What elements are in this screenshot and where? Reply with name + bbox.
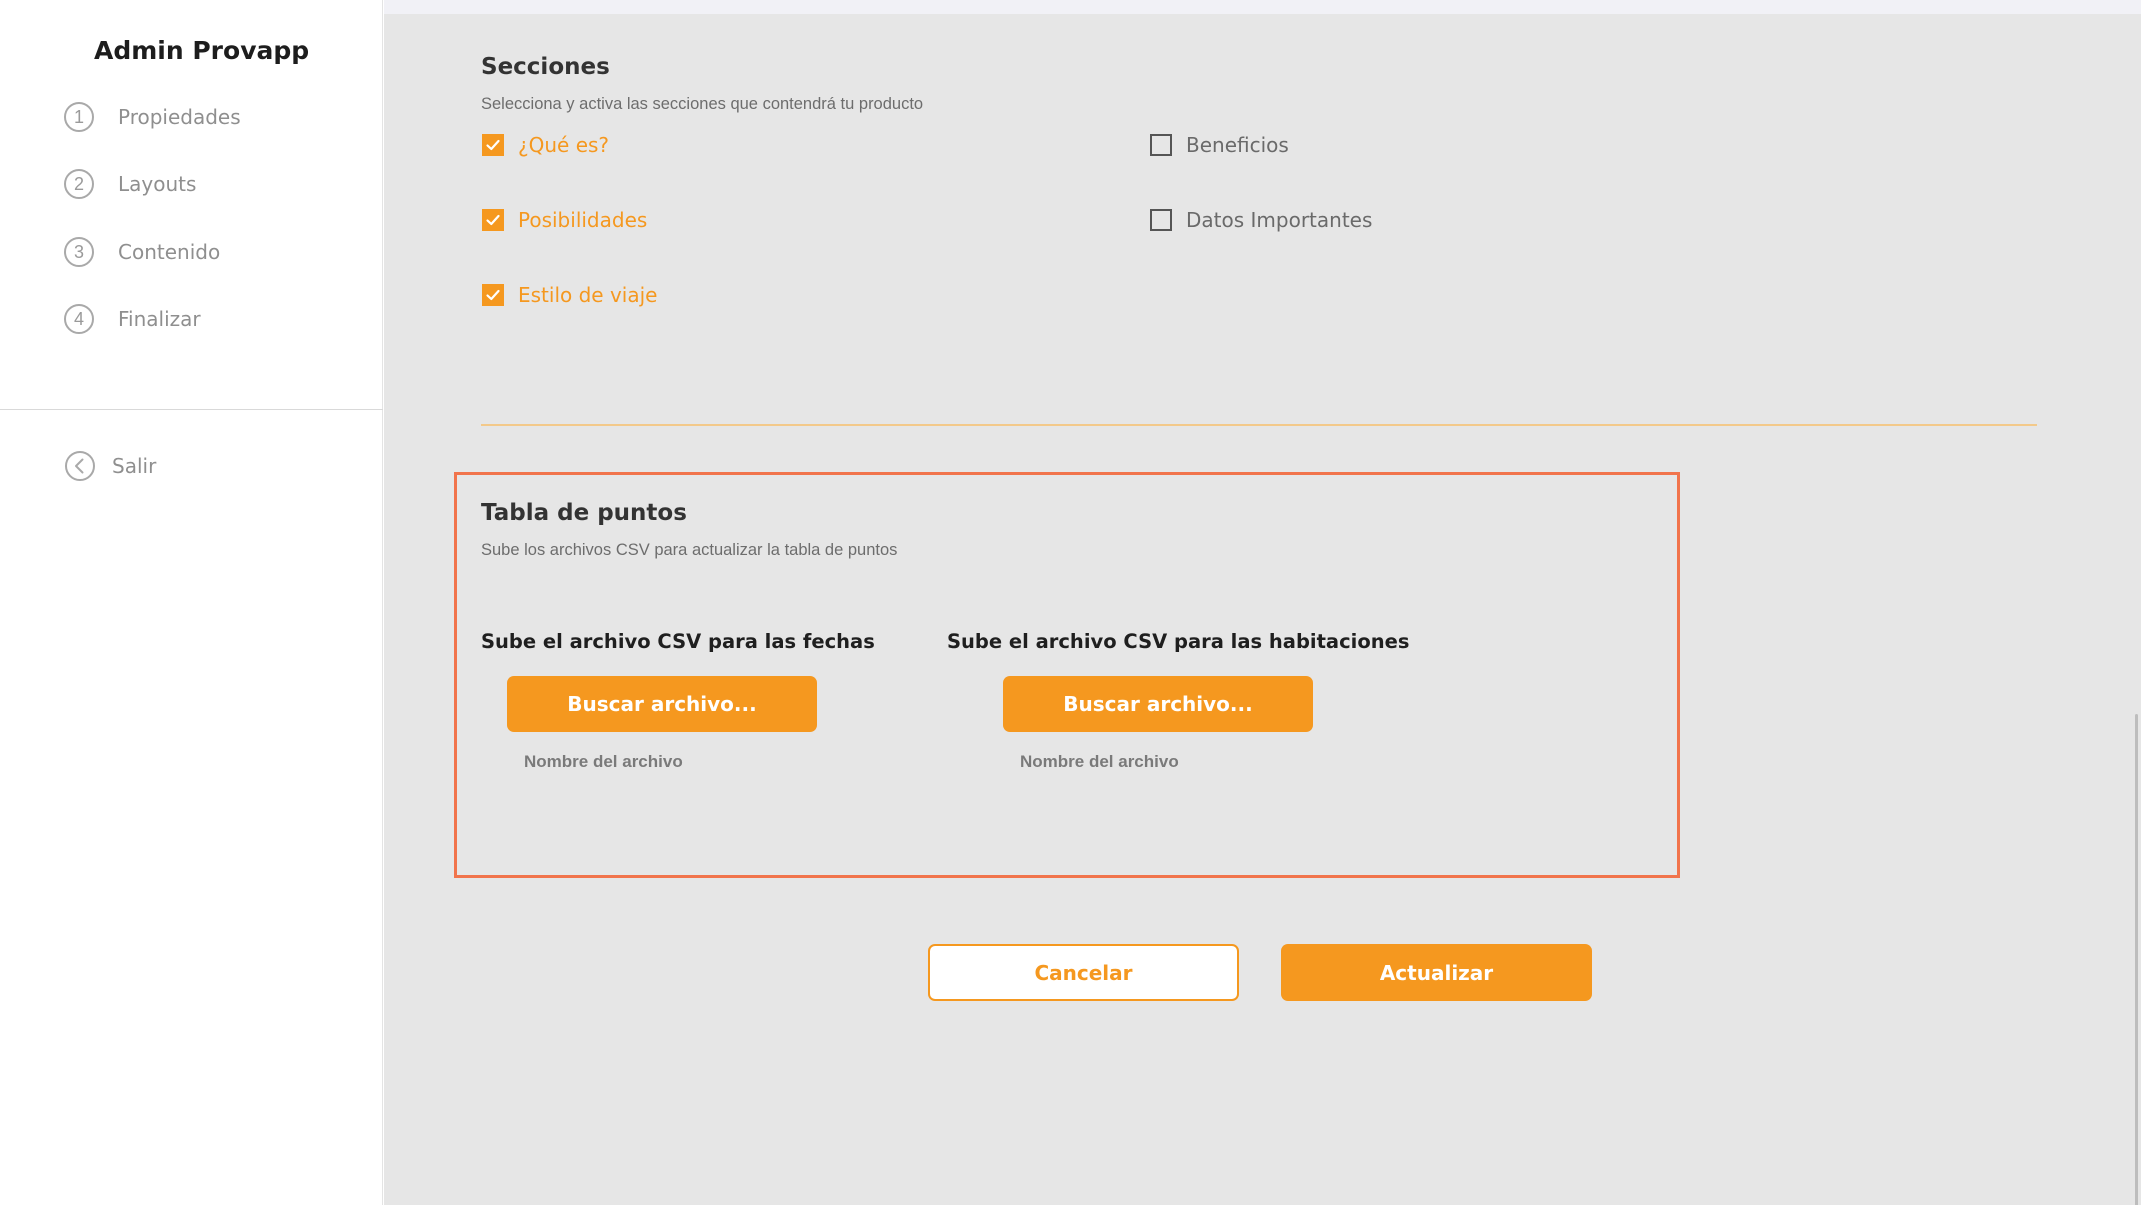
brand-title: Admin Provapp (94, 36, 310, 65)
sidebar-divider (0, 409, 383, 410)
upload-dates-label: Sube el archivo CSV para las fechas (481, 630, 875, 653)
exit-label: Salir (112, 454, 157, 478)
checkbox-label: Estilo de viaje (518, 283, 658, 307)
rooms-filename: Nombre del archivo (1020, 752, 1179, 771)
step-label: Finalizar (118, 307, 201, 331)
step-number-4-icon: 4 (64, 304, 94, 334)
checkbox-checked-icon (482, 284, 504, 306)
sections-title: Secciones (481, 54, 610, 80)
cancel-button[interactable]: Cancelar (928, 944, 1239, 1001)
checkbox-que-es[interactable]: ¿Qué es? (482, 133, 609, 157)
upload-rooms-label: Sube el archivo CSV para las habitacione… (947, 630, 1410, 653)
step-propiedades[interactable]: 1 Propiedades (64, 99, 241, 135)
dates-filename: Nombre del archivo (524, 752, 683, 771)
step-label: Layouts (118, 172, 197, 196)
step-number-1-icon: 1 (64, 102, 94, 132)
step-layouts[interactable]: 2 Layouts (64, 166, 196, 202)
sections-subtitle: Selecciona y activa las secciones que co… (481, 95, 924, 113)
checkbox-beneficios[interactable]: Beneficios (1150, 133, 1289, 157)
points-table-subtitle: Sube los archivos CSV para actualizar la… (481, 541, 898, 559)
step-contenido[interactable]: 3 Contenido (64, 234, 220, 270)
chevron-left-circle-icon (65, 451, 95, 481)
top-strip (384, 0, 2141, 14)
points-table-highlight (454, 472, 1680, 878)
checkbox-unchecked-icon (1150, 134, 1172, 156)
section-divider (481, 424, 2037, 426)
checkbox-label: Datos Importantes (1186, 208, 1373, 232)
checkbox-posibilidades[interactable]: Posibilidades (482, 208, 647, 232)
checkbox-label: ¿Qué es? (518, 133, 610, 157)
scrollbar[interactable] (2125, 14, 2141, 1205)
step-finalizar[interactable]: 4 Finalizar (64, 301, 201, 337)
browse-rooms-button[interactable]: Buscar archivo... (1003, 676, 1313, 732)
step-number-3-icon: 3 (64, 237, 94, 267)
checkbox-unchecked-icon (1150, 209, 1172, 231)
points-table-title: Tabla de puntos (481, 500, 687, 526)
checkbox-datos-importantes[interactable]: Datos Importantes (1150, 208, 1372, 232)
update-button[interactable]: Actualizar (1281, 944, 1592, 1001)
main-content: Secciones Selecciona y activa las seccio… (384, 0, 2141, 1205)
checkbox-checked-icon (482, 134, 504, 156)
scrollbar-thumb[interactable] (2135, 714, 2138, 1205)
checkbox-label: Beneficios (1186, 133, 1289, 157)
step-label: Contenido (118, 240, 221, 264)
exit-button[interactable]: Salir (64, 448, 156, 484)
checkbox-checked-icon (482, 209, 504, 231)
checkbox-estilo-de-viaje[interactable]: Estilo de viaje (482, 283, 657, 307)
step-label: Propiedades (118, 105, 241, 129)
browse-dates-button[interactable]: Buscar archivo... (507, 676, 817, 732)
checkbox-label: Posibilidades (518, 208, 648, 232)
sidebar: Admin Provapp 1 Propiedades 2 Layouts 3 … (0, 0, 383, 1205)
step-number-2-icon: 2 (64, 169, 94, 199)
